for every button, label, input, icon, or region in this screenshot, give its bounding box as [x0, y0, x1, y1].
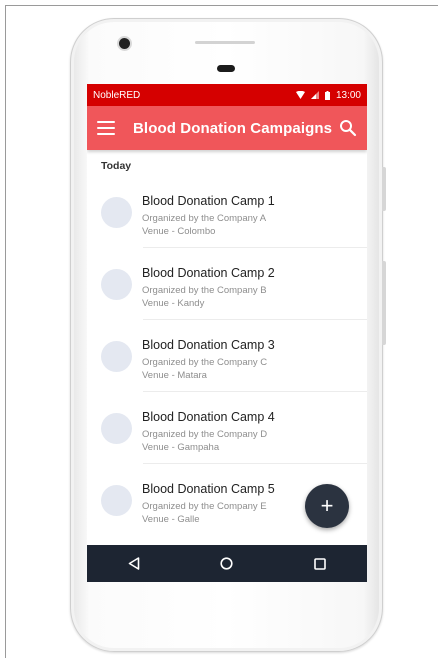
campaign-title: Blood Donation Camp 3 — [142, 338, 275, 352]
list-item-text: Blood Donation Camp 3 Organized by the C… — [142, 338, 275, 382]
list-item-text: Blood Donation Camp 1 Organized by the C… — [142, 194, 275, 238]
volume-button — [382, 167, 386, 211]
earpiece-speaker — [195, 41, 255, 44]
campaign-venue: Venue - Gampaha — [142, 442, 220, 453]
app-screen: NobleRED 13:00 Blood Donation Campaigns — [87, 84, 367, 582]
power-button — [382, 261, 386, 345]
front-camera — [119, 38, 130, 49]
campaign-organizer: Organized by the Company B — [142, 285, 267, 296]
signal-icon — [310, 91, 319, 99]
campaign-venue: Venue - Galle — [142, 514, 200, 525]
carrier-name: NobleRED — [93, 89, 141, 101]
campaign-venue: Venue - Matara — [142, 370, 207, 381]
campaign-title: Blood Donation Camp 5 — [142, 482, 275, 496]
list-item[interactable]: Blood Donation Camp 1 Organized by the C… — [87, 176, 367, 248]
campaign-organizer: Organized by the Company E — [142, 501, 267, 512]
campaign-title: Blood Donation Camp 4 — [142, 410, 275, 424]
list-item[interactable]: Blood Donation Camp 3 Organized by the C… — [87, 320, 367, 392]
avatar — [101, 269, 132, 300]
avatar — [101, 197, 132, 228]
back-triangle-icon — [128, 557, 139, 570]
add-campaign-button[interactable]: + — [305, 484, 349, 528]
page-title: Blood Donation Campaigns — [133, 119, 333, 137]
avatar — [101, 341, 132, 372]
nav-back-button[interactable] — [114, 545, 154, 582]
status-icons: 13:00 — [295, 89, 361, 101]
nav-home-button[interactable] — [207, 545, 247, 582]
status-bar: NobleRED 13:00 — [87, 84, 367, 106]
campaign-venue: Venue - Colombo — [142, 226, 216, 237]
campaign-venue: Venue - Kandy — [142, 298, 205, 309]
nav-recents-button[interactable] — [300, 545, 340, 582]
proximity-sensor — [217, 65, 235, 72]
campaign-title: Blood Donation Camp 2 — [142, 266, 275, 280]
hamburger-menu-icon[interactable] — [97, 121, 115, 135]
system-nav-bar — [87, 545, 367, 582]
campaign-organizer: Organized by the Company C — [142, 357, 268, 368]
list-item-text: Blood Donation Camp 5 Organized by the C… — [142, 482, 275, 526]
list-item-text: Blood Donation Camp 4 Organized by the C… — [142, 410, 275, 454]
home-circle-icon — [220, 557, 234, 570]
campaign-list: Today Blood Donation Camp 1 Organized by… — [87, 150, 367, 538]
campaign-organizer: Organized by the Company A — [142, 213, 267, 224]
app-bar: Blood Donation Campaigns — [87, 106, 367, 150]
campaign-title: Blood Donation Camp 1 — [142, 194, 275, 208]
search-icon[interactable] — [339, 119, 357, 137]
wifi-icon — [295, 91, 305, 99]
list-item-text: Blood Donation Camp 2 Organized by the C… — [142, 266, 275, 310]
section-header-today: Today — [101, 160, 132, 172]
avatar — [101, 485, 132, 516]
list-item[interactable]: Blood Donation Camp 2 Organized by the C… — [87, 248, 367, 320]
battery-icon — [324, 90, 330, 100]
add-icon: + — [320, 493, 334, 518]
status-time: 13:00 — [335, 89, 361, 101]
campaign-organizer: Organized by the Company D — [142, 429, 268, 440]
list-item[interactable]: Blood Donation Camp 4 Organized by the C… — [87, 392, 367, 464]
avatar — [101, 413, 132, 444]
recents-square-icon — [314, 557, 327, 570]
